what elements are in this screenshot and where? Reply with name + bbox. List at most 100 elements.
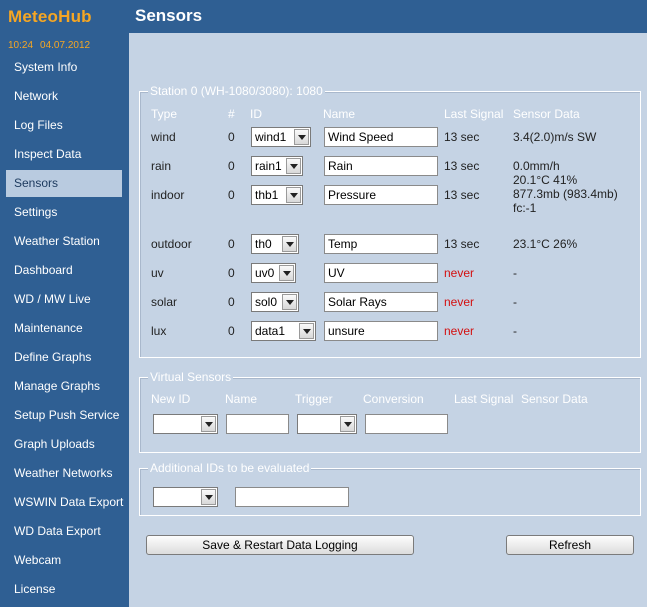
sidebar-item-sensors[interactable]: Sensors: [6, 170, 122, 197]
sensor-data-line: -: [513, 324, 517, 338]
sidebar-item-wswin-data-export[interactable]: WSWIN Data Export: [6, 488, 123, 517]
col-header-conversion: Conversion: [363, 392, 424, 406]
sensor-id-select[interactable]: wind1: [251, 127, 311, 147]
col-header-name: Name: [323, 107, 356, 121]
sidebar-item-network[interactable]: Network: [6, 82, 122, 111]
sensor-id-value: uv0: [255, 266, 275, 280]
sensor-id-value: sol0: [255, 295, 278, 309]
sidebar-item-webcam[interactable]: Webcam: [6, 546, 122, 575]
station-fieldset: Station 0 (WH-1080/3080): 1080 Type # ID…: [139, 84, 641, 358]
sensor-type: rain: [151, 159, 172, 173]
sidebar-item-license[interactable]: License: [6, 575, 122, 604]
sensor-id-select[interactable]: thb1: [251, 185, 303, 205]
sidebar-item-log-files[interactable]: Log Files: [6, 111, 122, 140]
sensor-type: outdoor: [151, 237, 192, 251]
sensor-type: uv: [151, 266, 164, 280]
sensor-name-input[interactable]: UV: [324, 263, 438, 283]
sensor-data-line: 0.0mm/h: [513, 159, 560, 173]
sensor-type: wind: [151, 130, 176, 144]
chevron-down-icon: [294, 129, 309, 145]
sensor-name-input[interactable]: Rain: [324, 156, 438, 176]
virtual-name-input[interactable]: [226, 414, 289, 434]
sidebar-item-manage-graphs[interactable]: Manage Graphs: [6, 372, 122, 401]
chevron-down-icon: [340, 416, 355, 432]
additional-ids-fieldset: Additional IDs to be evaluated: [139, 461, 641, 516]
sidebar-item-wd-mw-live[interactable]: WD / MW Live: [6, 285, 122, 314]
virtual-legend: Virtual Sensors: [148, 370, 234, 384]
sensor-num: 0: [228, 237, 235, 251]
trigger-select[interactable]: [297, 414, 357, 434]
last-signal: 13 sec: [444, 130, 480, 144]
header: Sensors: [129, 0, 647, 33]
sidebar-nav: System Info Network Log Files Inspect Data S…: [0, 53, 129, 604]
sensor-data: 20.1°C 41% 877.3mb (983.4mb) fc:-1: [513, 173, 618, 215]
sensor-id-select[interactable]: data1: [251, 321, 316, 341]
chevron-down-icon: [286, 158, 301, 174]
col-header-num: #: [228, 107, 235, 121]
sensor-name-input[interactable]: unsure: [324, 321, 438, 341]
sidebar-item-dashboard[interactable]: Dashboard: [6, 256, 122, 285]
chevron-down-icon: [286, 187, 301, 203]
sensor-id-value: th0: [255, 237, 272, 251]
sensor-id-value: thb1: [255, 188, 279, 202]
refresh-button[interactable]: Refresh: [506, 535, 634, 555]
new-id-select[interactable]: [153, 414, 218, 434]
last-signal: 13 sec: [444, 159, 480, 173]
col-header-last-signal: Last Signal: [444, 107, 504, 121]
chevron-down-icon: [201, 489, 216, 505]
sensor-data-line: 3.4(2.0)m/s SW: [513, 130, 597, 144]
sensor-data: 3.4(2.0)m/s SW: [513, 130, 596, 144]
sidebar-item-graph-uploads[interactable]: Graph Uploads: [6, 430, 122, 459]
sidebar-item-inspect-data[interactable]: Inspect Data: [6, 140, 122, 169]
sidebar-item-maintenance[interactable]: Maintenance: [6, 314, 122, 343]
col-header-id: ID: [250, 107, 262, 121]
col-header-sensor-data: Sensor Data: [513, 107, 580, 121]
sidebar-item-define-graphs[interactable]: Define Graphs: [6, 343, 122, 372]
sidebar-item-setup-push-service[interactable]: Setup Push Service: [6, 401, 122, 430]
sidebar-item-settings[interactable]: Settings: [6, 198, 122, 227]
sensor-name-input[interactable]: Pressure: [324, 185, 438, 205]
last-signal: 13 sec: [444, 237, 480, 251]
sensor-data-line: -: [513, 295, 517, 309]
sidebar-item-weather-station[interactable]: Weather Station: [6, 227, 122, 256]
sensor-type: indoor: [151, 188, 185, 202]
sidebar-item-system-info[interactable]: System Info: [6, 53, 122, 82]
last-signal: never: [444, 266, 475, 280]
virtual-sensors-fieldset: Virtual Sensors New ID Name Trigger Conv…: [139, 370, 641, 453]
chevron-down-icon: [201, 416, 216, 432]
additional-legend: Additional IDs to be evaluated: [148, 461, 312, 475]
sensor-data: 0.0mm/h: [513, 159, 560, 173]
sensor-num: 0: [228, 159, 235, 173]
sensor-name-input[interactable]: Solar Rays: [324, 292, 438, 312]
sensor-type: lux: [151, 324, 167, 338]
sensor-name-input[interactable]: Wind Speed: [324, 127, 438, 147]
sensor-id-select[interactable]: sol0: [251, 292, 299, 312]
app-logo: MeteoHub: [8, 7, 92, 26]
save-restart-button[interactable]: Save & Restart Data Logging: [146, 535, 414, 555]
sensor-data-line: 877.3mb (983.4mb): [513, 187, 618, 201]
last-signal: never: [444, 295, 475, 309]
additional-id-select[interactable]: [153, 487, 218, 507]
last-signal: never: [444, 324, 475, 338]
sensor-name-input[interactable]: Temp: [324, 234, 438, 254]
sensor-id-value: wind1: [255, 130, 287, 144]
sidebar-item-weather-networks[interactable]: Weather Networks: [6, 459, 122, 488]
sensor-id-value: data1: [255, 324, 286, 338]
main-content: Station 0 (WH-1080/3080): 1080 Type # ID…: [129, 33, 647, 607]
chevron-down-icon: [282, 236, 297, 252]
sidebar-item-wd-data-export[interactable]: WD Data Export: [6, 517, 122, 546]
sensor-data: -: [513, 324, 517, 338]
last-signal: 13 sec: [444, 188, 480, 202]
sensor-id-select[interactable]: rain1: [251, 156, 303, 176]
conversion-input[interactable]: [365, 414, 448, 434]
clock-time: 10:24: [8, 40, 34, 51]
sensor-id-select[interactable]: th0: [251, 234, 299, 254]
additional-id-input[interactable]: [235, 487, 349, 507]
sidebar: MeteoHub 10:24 04.07.2012 System Info Netw…: [0, 0, 129, 607]
sensor-data-line: fc:-1: [513, 201, 537, 215]
sensor-id-select[interactable]: uv0: [251, 263, 296, 283]
sensor-id-value: rain1: [255, 159, 282, 173]
sensor-num: 0: [228, 188, 235, 202]
chevron-down-icon: [279, 265, 294, 281]
sensor-data: 23.1°C 26%: [513, 237, 577, 251]
